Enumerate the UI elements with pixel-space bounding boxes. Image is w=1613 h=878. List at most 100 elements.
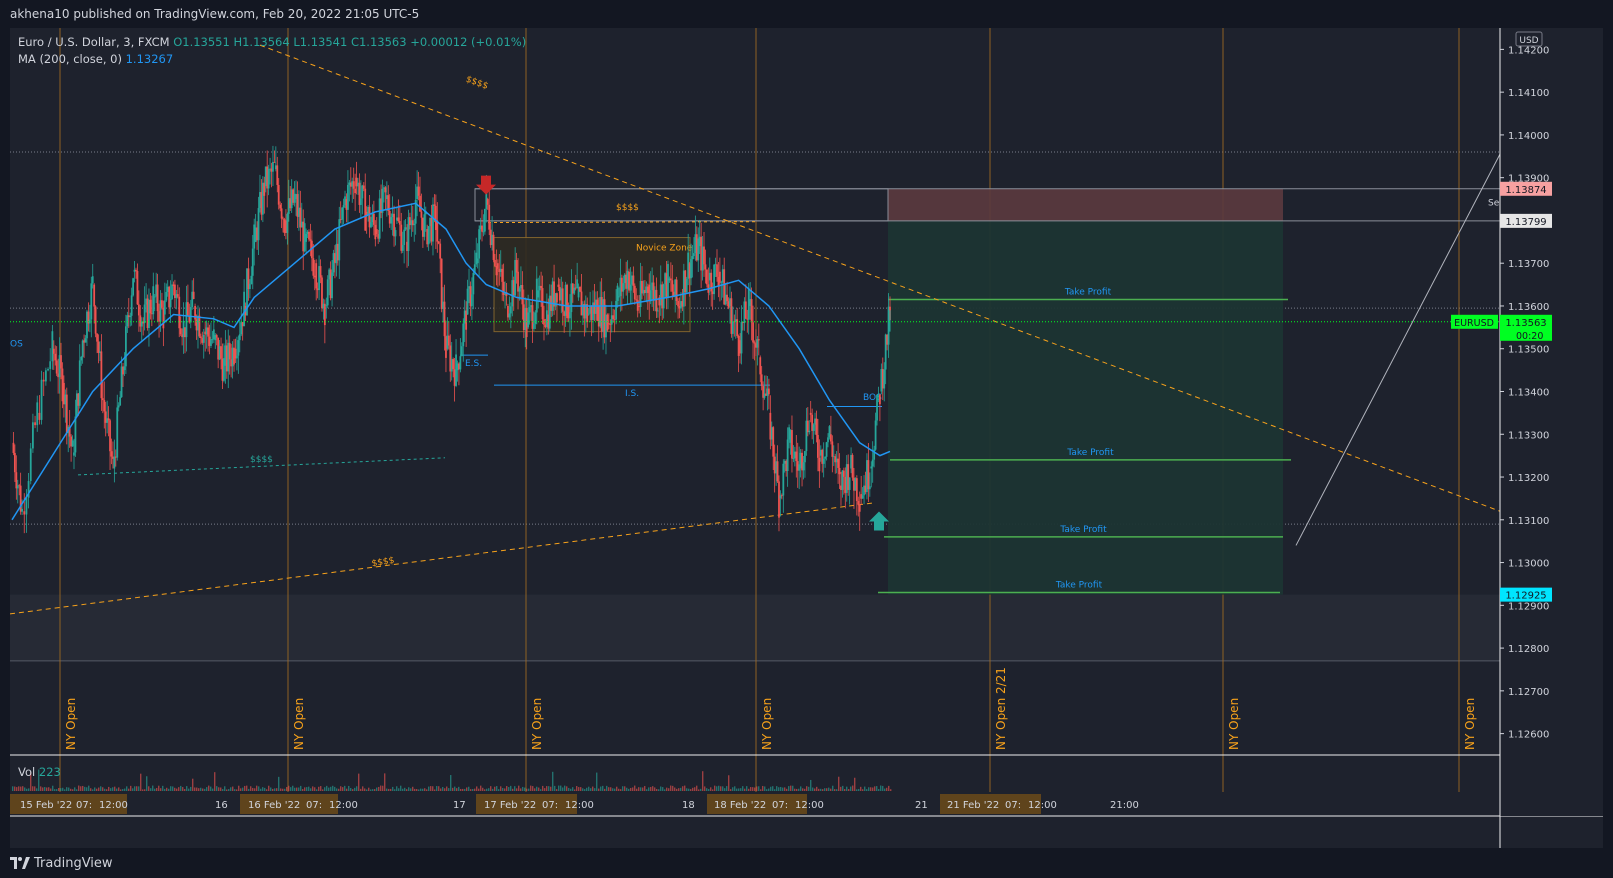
candle-body	[791, 430, 793, 459]
candle-body	[96, 333, 98, 342]
volume-bar	[186, 786, 188, 791]
candle-body	[718, 271, 721, 283]
volume-bar	[102, 787, 104, 791]
volume-bar	[76, 789, 78, 791]
volume-bar	[888, 785, 890, 791]
candle-body	[483, 208, 486, 232]
ny-open-label-5: NY Open 2/21	[994, 667, 1008, 750]
volume-legend[interactable]: Vol 223	[18, 765, 61, 779]
candle-body	[612, 315, 615, 319]
volume-bar	[366, 789, 368, 791]
volume-bar	[596, 772, 598, 791]
candle-body	[518, 288, 521, 292]
candle-body	[494, 259, 496, 266]
volume-bar	[726, 786, 728, 791]
volume-bar	[778, 787, 780, 791]
volume-bar	[410, 788, 412, 791]
volume-bar	[428, 786, 430, 791]
volume-bar	[822, 789, 824, 791]
volume-bar	[244, 785, 246, 791]
candle-body	[117, 405, 120, 408]
volume-bar	[342, 787, 344, 791]
volume-bar	[598, 788, 600, 791]
volume-bar	[190, 786, 192, 791]
volume-bar	[694, 787, 696, 791]
candle-body	[136, 271, 139, 305]
candle-body	[753, 342, 756, 344]
volume-bar	[826, 788, 828, 791]
volume-bar	[834, 789, 836, 791]
position-side-label: Se	[1488, 198, 1500, 208]
candle-body	[772, 427, 775, 457]
volume-bar	[142, 789, 144, 791]
candle-body	[342, 205, 345, 208]
volume-bar	[860, 786, 862, 791]
candle-body	[509, 306, 512, 314]
volume-bar	[460, 788, 462, 791]
candle-body	[228, 342, 231, 360]
volume-bar	[286, 787, 288, 791]
volume-bar	[800, 786, 802, 791]
volume-bar	[606, 785, 608, 791]
volume-bar	[206, 787, 208, 791]
chart-frame[interactable]: Novice Zone Take Profit Take Profit Take Pr…	[9, 28, 1603, 848]
stop-loss-zone[interactable]	[888, 188, 1283, 221]
volume-bar	[42, 787, 44, 791]
time-tick-label-14: 12:00	[795, 800, 824, 811]
legend-row-ma[interactable]: MA (200, close, 0) 1.13267	[18, 51, 526, 68]
candle-body	[452, 359, 455, 370]
volume-bar	[584, 789, 586, 791]
candle-body	[238, 334, 241, 341]
volume-bar	[594, 788, 596, 791]
volume-bar	[592, 786, 594, 791]
price-chart[interactable]: Novice Zone Take Profit Take Profit Take Pr…	[9, 28, 1603, 848]
volume-bar	[798, 788, 800, 791]
volume-bar	[354, 787, 356, 791]
volume-bar	[424, 788, 426, 791]
candle-body	[251, 248, 254, 276]
volume-bar	[680, 787, 682, 791]
candle-body	[677, 300, 679, 307]
volume-bar	[412, 786, 414, 791]
volume-bar	[640, 787, 642, 791]
volume-bar	[574, 789, 576, 791]
volume-bar	[432, 786, 434, 791]
candle-body	[436, 220, 439, 242]
candle-body	[29, 448, 32, 482]
volume-bar	[20, 786, 22, 791]
volume-bar	[716, 786, 718, 791]
legend-symbol: Euro / U.S. Dollar, 3, FXCM	[18, 35, 170, 49]
volume-bar	[700, 788, 702, 791]
volume-bar	[274, 788, 276, 791]
volume-bar	[462, 788, 464, 791]
candle-body	[622, 283, 625, 292]
volume-bar	[414, 788, 416, 791]
volume-bar	[138, 786, 140, 791]
volume-bar	[678, 788, 680, 791]
candle-body	[508, 313, 511, 318]
volume-bar	[130, 785, 132, 791]
candle-body	[804, 451, 806, 463]
volume-bar	[852, 785, 854, 791]
candle-body	[398, 221, 401, 225]
volume-bar	[520, 788, 522, 791]
volume-bar	[844, 789, 846, 791]
volume-bar	[388, 788, 390, 791]
candle-body	[815, 418, 818, 435]
candle-body	[165, 291, 168, 301]
volume-bar	[832, 785, 834, 791]
volume-bar	[554, 785, 556, 791]
candle-body	[130, 295, 133, 316]
publisher-bar: akhena10 published on TradingView.com, F…	[0, 0, 1613, 28]
volume-bar	[510, 785, 512, 791]
tradingview-footer[interactable]: TradingView	[10, 853, 113, 873]
candle-body	[440, 258, 443, 309]
volume-bar	[26, 788, 28, 791]
volume-bar	[868, 787, 870, 791]
volume-bar	[830, 788, 832, 791]
volume-bar	[524, 787, 526, 791]
price-tick-label-10: 1.13200	[1508, 473, 1549, 484]
volume-bar	[56, 789, 58, 791]
candle-body	[129, 315, 132, 318]
volume-bar	[662, 787, 664, 791]
